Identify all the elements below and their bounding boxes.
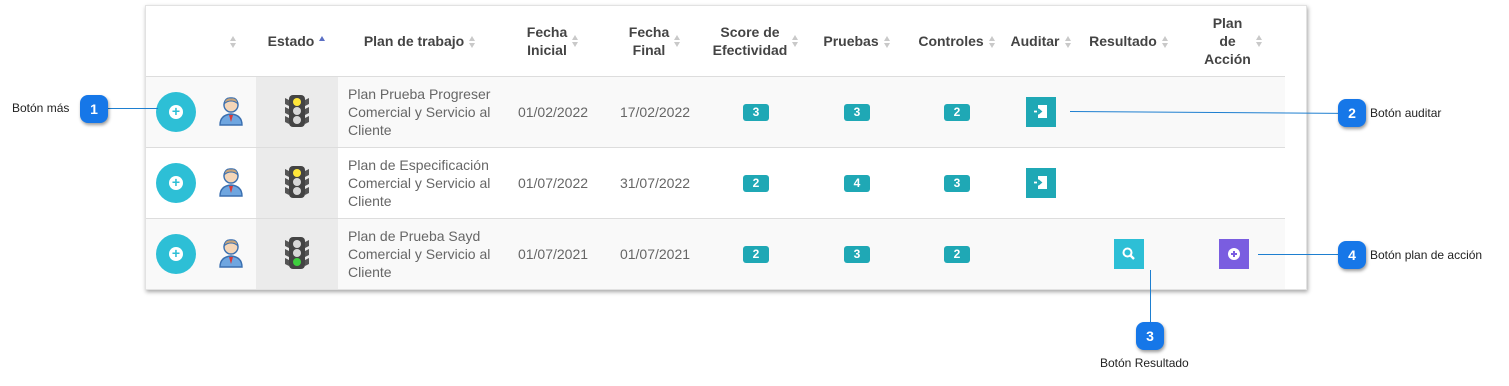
- controles-cell: 2: [908, 218, 1006, 289]
- mas-button[interactable]: [156, 163, 196, 203]
- col-fecha-inicial-header[interactable]: Fecha Inicial: [502, 6, 604, 77]
- col-pruebas-header[interactable]: Pruebas: [806, 6, 908, 77]
- table-header-row: Estado Plan de trabajo Fecha Inicial Fech…: [146, 6, 1285, 77]
- auditar-cell: [1006, 218, 1076, 289]
- col-score-header[interactable]: Score de Efectividad: [706, 6, 806, 77]
- sort-icon[interactable]: [469, 35, 476, 49]
- auditar-button[interactable]: [1026, 168, 1056, 198]
- col-plan-header[interactable]: Plan de trabajo: [338, 6, 502, 77]
- pruebas-badge: 3: [844, 246, 870, 263]
- sort-icon[interactable]: [1255, 34, 1263, 48]
- score-badge: 2: [743, 246, 769, 263]
- sort-icon[interactable]: [674, 34, 681, 48]
- score-cell: 2: [706, 218, 806, 289]
- resultado-button[interactable]: [1114, 239, 1144, 269]
- sort-asc-icon[interactable]: [319, 35, 326, 49]
- table-row: Plan de Prueba SaydComercial y Servicio …: [146, 218, 1285, 289]
- fecha-final-cell: 17/02/2022: [604, 76, 706, 148]
- controles-badge: 2: [944, 246, 970, 263]
- score-badge: 2: [743, 175, 769, 192]
- sort-icon[interactable]: [988, 35, 996, 49]
- expand-cell: [146, 218, 206, 289]
- controles-badge: 2: [944, 104, 970, 121]
- plan-accion-button[interactable]: [1218, 239, 1249, 269]
- pruebas-cell: 4: [806, 147, 908, 219]
- score-badge: 3: [743, 104, 769, 121]
- controles-badge: 3: [944, 175, 970, 192]
- col-plan-accion-header[interactable]: Plan de Acción: [1182, 6, 1285, 77]
- resultado-cell: [1076, 218, 1182, 289]
- plans-table: Estado Plan de trabajo Fecha Inicial Fech…: [146, 6, 1285, 289]
- expand-cell: [146, 147, 206, 219]
- col-controles-header[interactable]: Controles: [908, 6, 1006, 77]
- callout-3-line: [1150, 270, 1151, 322]
- callout-4-label: Botón plan de acción: [1370, 248, 1483, 262]
- traffic-light-icon: [285, 94, 309, 131]
- auditar-button[interactable]: [1026, 97, 1056, 127]
- mas-button[interactable]: [156, 92, 196, 132]
- callout-1-badge: 1: [80, 95, 108, 123]
- fecha-inicial-cell: 01/02/2022: [502, 76, 604, 148]
- auditar-cell: [1006, 147, 1076, 219]
- estado-cell: [256, 218, 338, 289]
- col-auditar-header[interactable]: Auditar: [1006, 6, 1076, 77]
- pruebas-badge: 4: [844, 175, 870, 192]
- callout-3-badge: 3: [1136, 322, 1164, 350]
- col-owner-header[interactable]: [206, 6, 256, 77]
- user-icon: [218, 167, 244, 200]
- table-row: Plan de EspecificaciónComercial y Servic…: [146, 147, 1285, 219]
- sort-icon[interactable]: [1161, 35, 1169, 49]
- fecha-final-cell: 01/07/2021: [604, 218, 706, 289]
- expand-cell: [146, 76, 206, 148]
- sort-icon[interactable]: [230, 35, 237, 49]
- owner-cell: [206, 218, 256, 289]
- col-estado-header[interactable]: Estado: [256, 6, 338, 77]
- fecha-inicial-cell: 01/07/2022: [502, 147, 604, 219]
- estado-cell: [256, 76, 338, 148]
- traffic-light-icon: [285, 165, 309, 202]
- plan-cell: Plan de Especificación Comercial y Servic…: [338, 147, 502, 219]
- resultado-cell: [1076, 147, 1182, 219]
- sort-icon[interactable]: [572, 34, 579, 48]
- mas-button[interactable]: [156, 234, 196, 274]
- score-cell: 3: [706, 76, 806, 148]
- col-expand-header: [146, 6, 206, 77]
- sort-icon[interactable]: [792, 34, 799, 48]
- score-cell: 2: [706, 147, 806, 219]
- callout-3-label: Botón Resultado: [1100, 356, 1189, 370]
- estado-cell: [256, 147, 338, 219]
- sort-icon[interactable]: [883, 35, 891, 49]
- plans-table-card: Estado Plan de trabajo Fecha Inicial Fech…: [145, 5, 1307, 290]
- callout-2-label: Botón auditar: [1370, 106, 1442, 120]
- pruebas-cell: 3: [806, 218, 908, 289]
- callout-2-badge: 2: [1338, 99, 1366, 127]
- col-fecha-final-header[interactable]: Fecha Final: [604, 6, 706, 77]
- sort-icon[interactable]: [1064, 35, 1072, 49]
- controles-cell: 3: [908, 147, 1006, 219]
- traffic-light-icon: [285, 236, 309, 273]
- owner-cell: [206, 147, 256, 219]
- fecha-inicial-cell: 01/07/2021: [502, 218, 604, 289]
- user-icon: [218, 96, 244, 129]
- controles-cell: 2: [908, 76, 1006, 148]
- fecha-final-cell: 31/07/2022: [604, 147, 706, 219]
- callout-4-badge: 4: [1338, 241, 1366, 269]
- pruebas-badge: 3: [844, 104, 870, 121]
- col-resultado-header[interactable]: Resultado: [1076, 6, 1182, 77]
- plan-cell: Plan de Prueba Sayd Comercial y Servicio …: [338, 218, 502, 289]
- auditar-cell: [1006, 76, 1076, 148]
- plan-cell: Plan Prueba Progreser Comercial y Servici…: [338, 76, 502, 148]
- callout-4-line: [1258, 254, 1340, 255]
- user-icon: [218, 238, 244, 271]
- owner-cell: [206, 76, 256, 148]
- callout-1-line: [108, 108, 158, 109]
- pruebas-cell: 3: [806, 76, 908, 148]
- plan-accion-cell: [1182, 147, 1285, 219]
- callout-1-label: Botón más: [12, 101, 70, 115]
